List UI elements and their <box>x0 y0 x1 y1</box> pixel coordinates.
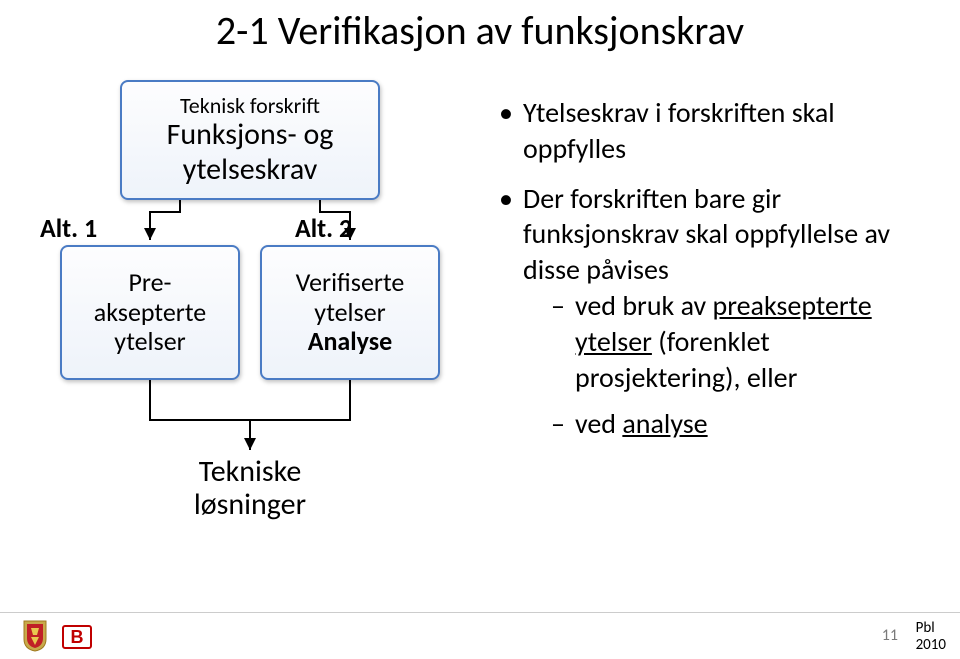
box-top-line2: Funksjons- og <box>167 118 334 153</box>
bullet-2-text: Der forskriften bare gir funksjonskrav s… <box>523 181 890 288</box>
page-number: 11 <box>882 626 898 645</box>
bullet-1: Ytelseskrav i forskriften skal oppfylles <box>495 95 935 167</box>
box-right-line2: ytelser <box>314 298 385 328</box>
box-funksjonskrav: Teknisk forskrift Funksjons- og ytelsesk… <box>120 80 380 200</box>
b-logo-icon: B <box>62 625 92 649</box>
tek-line2: løsninger <box>150 488 350 521</box>
bullet-list: Ytelseskrav i forskriften skal oppfylles… <box>495 95 935 455</box>
sub-bullet-2: ved analyse <box>523 406 935 442</box>
box-verifiserte: Verifiserte ytelser Analyse <box>260 245 440 380</box>
box-preaksepterte: Pre- aksepterte ytelser <box>60 245 240 380</box>
box-left-line2: aksepterte <box>94 298 206 328</box>
box-left-line3: ytelser <box>114 327 185 357</box>
label-alt1: Alt. 1 <box>40 212 97 244</box>
underline-analyse: analyse <box>622 406 707 441</box>
label-alt2: Alt. 2 <box>295 212 352 244</box>
sub-bullet-1: ved bruk av preaksepterte ytelser (foren… <box>523 288 935 395</box>
box-top-line3: ytelseskrav <box>183 153 318 188</box>
bullet-2: Der forskriften bare gir funksjonskrav s… <box>495 181 935 442</box>
box-left-line1: Pre- <box>128 268 171 298</box>
slide: 2-1 Verifikasjon av funksjonskrav Teknis… <box>0 0 960 659</box>
pbl-label: Pbl 2010 <box>916 620 946 653</box>
box-right-line1: Verifiserte <box>296 268 405 298</box>
box-top-line1: Teknisk forskrift <box>180 93 320 118</box>
box-right-line3: Analyse <box>308 327 393 357</box>
slide-title: 2-1 Verifikasjon av funksjonskrav <box>0 6 960 55</box>
b-logo-letter: B <box>71 628 84 646</box>
footer: B 11 Pbl 2010 <box>0 612 960 659</box>
coat-of-arms-icon <box>18 619 52 653</box>
label-tekniske-losninger: Tekniske løsninger <box>150 455 350 521</box>
tek-line1: Tekniske <box>150 455 350 488</box>
